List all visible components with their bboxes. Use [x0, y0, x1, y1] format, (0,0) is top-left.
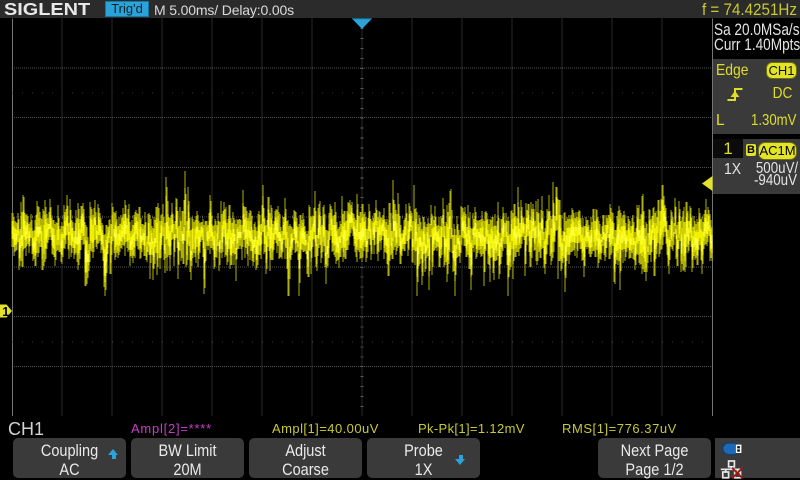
svg-text:1: 1 — [2, 305, 9, 319]
